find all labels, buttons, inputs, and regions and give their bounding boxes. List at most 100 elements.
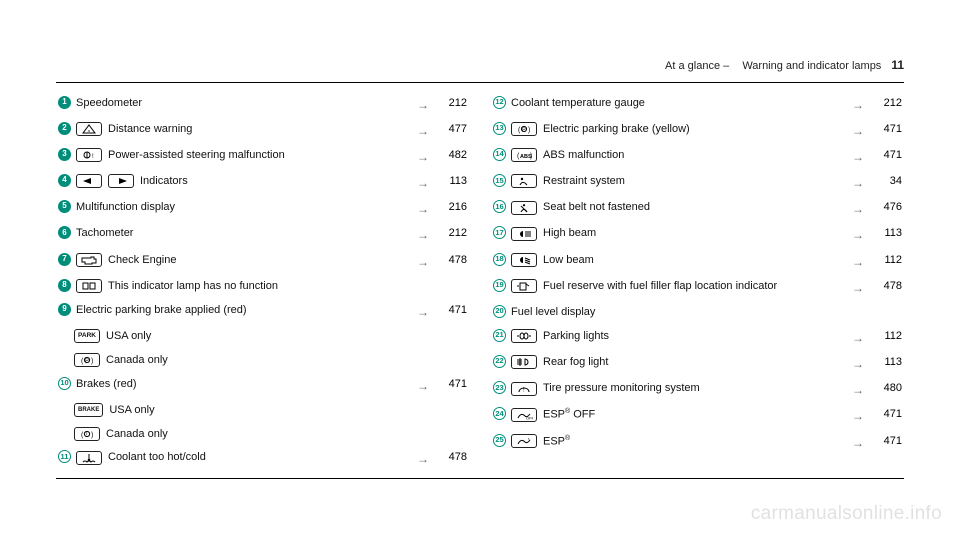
- arrow-icon: →: [403, 377, 429, 394]
- item-text: ABS malfunction: [543, 148, 624, 163]
- item-number-badge: 8: [58, 279, 71, 292]
- item-number-badge: 25: [493, 434, 506, 447]
- watermark: carmanualsonline.info: [751, 503, 942, 525]
- arrow-icon: →: [838, 122, 864, 139]
- item-number-badge: 16: [493, 200, 506, 213]
- page-ref: 478: [864, 279, 902, 294]
- page: At a glance – Warning and indicator lamp…: [0, 0, 960, 533]
- item-number-badge: 14: [493, 148, 506, 161]
- item-desc: Parking lights: [511, 329, 838, 344]
- list-item: 1Speedometer→212: [56, 91, 469, 117]
- item-desc: Distance warning: [76, 122, 403, 137]
- item-marker: 13: [493, 122, 511, 135]
- item-desc: Speedometer: [76, 96, 403, 111]
- item-number-badge: 19: [493, 279, 506, 292]
- item-number-badge: 20: [493, 305, 506, 318]
- item-number-badge: 4: [58, 174, 71, 187]
- list-item: 10Brakes (red)→471: [56, 372, 469, 398]
- item-number-badge: 7: [58, 253, 71, 266]
- item-number-badge: 23: [493, 381, 506, 394]
- page-number: 11: [891, 58, 904, 72]
- item-desc: (P)Electric parking brake (yellow): [511, 122, 838, 137]
- item-text: Tachometer: [76, 226, 133, 241]
- column-left: 1Speedometer→2122Distance warning→4773!P…: [56, 91, 469, 472]
- item-text: Rear fog light: [543, 355, 608, 370]
- list-item: (P)Canada only: [56, 348, 469, 372]
- page-ref: 478: [429, 253, 467, 268]
- list-item: 6Tachometer→212: [56, 222, 469, 248]
- item-marker: 14: [493, 148, 511, 161]
- list-item: 9Electric parking brake applied (red)→47…: [56, 298, 469, 324]
- power-steering-icon: !: [76, 148, 102, 162]
- item-text: Electric parking brake applied (red): [76, 303, 247, 318]
- page-ref: 212: [429, 226, 467, 241]
- item-number-badge: 21: [493, 329, 506, 342]
- arrow-icon: →: [838, 279, 864, 296]
- list-item: 3!Power-assisted steering malfunction→48…: [56, 143, 469, 169]
- item-number-badge: 5: [58, 200, 71, 213]
- page-ref: 477: [429, 122, 467, 137]
- svg-text:OFF: OFF: [526, 416, 533, 421]
- section-title: Warning and indicator lamps: [742, 60, 881, 72]
- item-text: Canada only: [106, 353, 168, 368]
- arrow-icon: →: [838, 355, 864, 372]
- rule-bottom: [56, 478, 904, 479]
- item-text: ESP® OFF: [543, 407, 595, 423]
- svg-text:P: P: [85, 358, 89, 364]
- item-desc: (P)Canada only: [74, 353, 403, 368]
- arrow-icon: [838, 305, 864, 306]
- list-item: 11Coolant too hot/cold→478: [56, 446, 469, 472]
- park-usa-icon: PARK: [74, 329, 100, 343]
- item-desc: Tachometer: [76, 226, 403, 241]
- list-item: 18Low beam→112: [491, 248, 904, 274]
- item-marker: 24: [493, 407, 511, 420]
- item-desc: !Tire pressure monitoring system: [511, 381, 838, 396]
- svg-text:(: (: [518, 127, 521, 134]
- item-desc: This indicator lamp has no function: [76, 279, 403, 294]
- arrow-icon: →: [838, 96, 864, 113]
- item-number-badge: 15: [493, 174, 506, 187]
- list-item: 23!Tire pressure monitoring system→480: [491, 377, 904, 403]
- item-desc: !Power-assisted steering malfunction: [76, 148, 403, 163]
- list-item: 22Rear fog light→113: [491, 351, 904, 377]
- arrow-icon: [403, 353, 429, 354]
- item-marker: 18: [493, 253, 511, 266]
- parking-lights-icon: [511, 329, 537, 343]
- item-text: Multifunction display: [76, 200, 175, 215]
- brake-usa-icon: BRAKE: [74, 403, 103, 417]
- item-text: Tire pressure monitoring system: [543, 381, 700, 396]
- list-item: PARKUSA only: [56, 324, 469, 348]
- arrow-icon: →: [403, 200, 429, 217]
- arrow-icon: →: [838, 434, 864, 451]
- page-ref: 113: [864, 226, 902, 241]
- item-number-badge: 17: [493, 226, 506, 239]
- item-desc: Fuel reserve with fuel filler flap locat…: [511, 279, 838, 294]
- arrow-icon: →: [403, 96, 429, 113]
- rule-top: [56, 82, 904, 83]
- column-right: 12Coolant temperature gauge→21213(P)Elec…: [491, 91, 904, 472]
- item-marker: 10: [58, 377, 76, 390]
- page-ref: 471: [864, 148, 902, 163]
- item-text: Fuel level display: [511, 305, 595, 320]
- list-item: 25ESP®→471: [491, 429, 904, 455]
- item-text: Speedometer: [76, 96, 142, 111]
- page-ref: 471: [864, 407, 902, 422]
- svg-text:): ): [91, 432, 93, 439]
- svg-text:!: !: [92, 154, 94, 160]
- item-marker: 7: [58, 253, 76, 266]
- item-text: Fuel reserve with fuel filler flap locat…: [543, 279, 777, 294]
- item-marker: 9: [58, 303, 76, 316]
- item-desc: Rear fog light: [511, 355, 838, 370]
- arrow-icon: →: [838, 253, 864, 270]
- item-desc: Restraint system: [511, 174, 838, 189]
- item-number-badge: 13: [493, 122, 506, 135]
- page-ref: 212: [429, 96, 467, 111]
- arrow-icon: [403, 403, 429, 404]
- item-marker: 4: [58, 174, 76, 187]
- item-desc: Seat belt not fastened: [511, 200, 838, 215]
- item-number-badge: 22: [493, 355, 506, 368]
- esp-icon: [511, 434, 537, 448]
- seatbelt-icon: [511, 201, 537, 215]
- arrow-icon: →: [838, 381, 864, 398]
- item-text: Coolant too hot/cold: [108, 450, 206, 465]
